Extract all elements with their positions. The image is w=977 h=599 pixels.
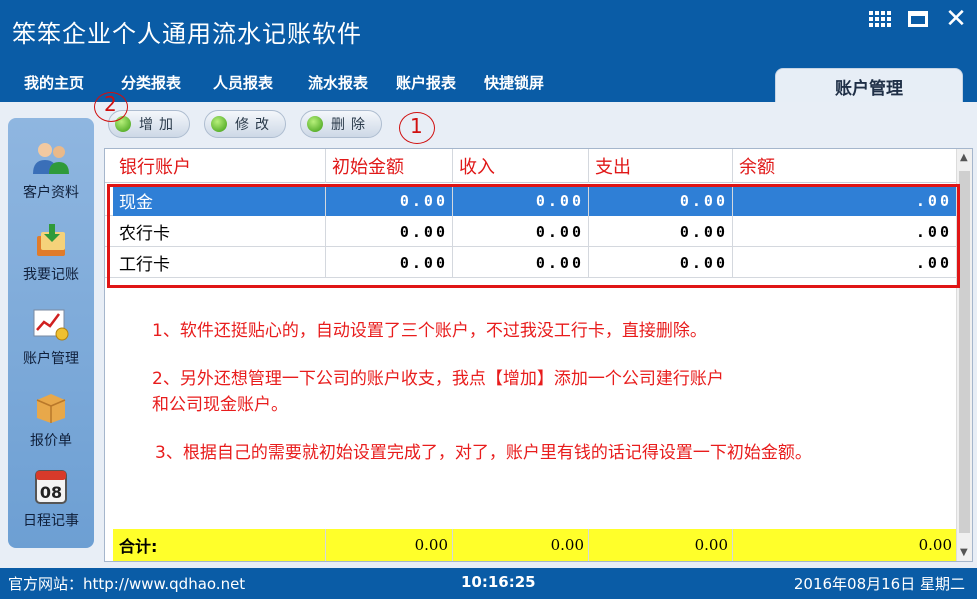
scroll-up-icon[interactable]: ▲ bbox=[960, 152, 968, 163]
annotation-number-2: 2 bbox=[104, 92, 117, 116]
annotation-note-2b: 和公司现金账户。 bbox=[152, 395, 288, 415]
delete-button[interactable]: 删除 bbox=[300, 110, 382, 138]
menu-quick-lock[interactable]: 快捷锁屏 bbox=[484, 72, 544, 93]
window-controls: ✕ bbox=[865, 6, 971, 32]
customers-icon bbox=[29, 138, 73, 178]
toolbar: 增加 修改 删除 bbox=[108, 110, 382, 142]
sidebar-label: 日程记事 bbox=[23, 513, 79, 529]
col-header-income[interactable]: 收入 bbox=[453, 149, 589, 183]
col-header-expense[interactable]: 支出 bbox=[589, 149, 733, 183]
menu-category-report[interactable]: 分类报表 bbox=[121, 72, 181, 93]
total-row: 合计: 0.00 0.00 0.00 0.00 bbox=[105, 529, 956, 561]
total-expense: 0.00 bbox=[589, 529, 733, 561]
menu-home[interactable]: 我的主页 bbox=[24, 72, 84, 93]
sidebar-item-account-management[interactable]: 账户管理 bbox=[8, 304, 94, 368]
col-header-account[interactable]: 银行账户 bbox=[113, 149, 326, 183]
maximize-button[interactable] bbox=[903, 6, 933, 32]
menu-grid-button[interactable] bbox=[865, 6, 895, 32]
tab-account-management[interactable]: 账户管理 bbox=[775, 68, 963, 104]
calendar-icon: 08 bbox=[29, 466, 73, 506]
sidebar-label: 账户管理 bbox=[23, 351, 79, 367]
grid-icon bbox=[869, 11, 891, 27]
annotation-note-1: 1、软件还挺贴心的，自动设置了三个账户，不过我没工行卡，直接删除。 bbox=[152, 321, 707, 341]
status-bar: 官方网站：http://www.qdhao.net 10:16:25 2016年… bbox=[0, 568, 977, 599]
website-link[interactable]: 官方网站：http://www.qdhao.net bbox=[8, 573, 245, 594]
clock-time: 10:16:25 bbox=[461, 573, 536, 591]
col-header-initial[interactable]: 初始金额 bbox=[326, 149, 453, 183]
menu-flow-report[interactable]: 流水报表 bbox=[308, 72, 368, 93]
bookkeeping-icon bbox=[29, 220, 73, 260]
total-label: 合计: bbox=[113, 529, 326, 561]
menu-bar: 我的主页 分类报表 人员报表 流水报表 账户报表 快捷锁屏 账户管理 bbox=[0, 62, 977, 104]
col-header-balance[interactable]: 余额 bbox=[733, 149, 956, 183]
sidebar: 客户资料 我要记账 账户管理 报价单 08 日程记事 bbox=[8, 118, 94, 548]
close-button[interactable]: ✕ bbox=[941, 6, 971, 32]
menu-person-report[interactable]: 人员报表 bbox=[213, 72, 273, 93]
app-title: 笨笨企业个人通用流水记账软件 bbox=[12, 20, 362, 48]
delete-button-label: 删除 bbox=[331, 117, 371, 133]
scroll-down-icon[interactable]: ▼ bbox=[960, 547, 968, 558]
table-header: 银行账户 初始金额 收入 支出 余额 bbox=[105, 149, 956, 183]
annotation-number-1: 1 bbox=[410, 114, 423, 138]
total-balance: 0.00 bbox=[733, 529, 956, 561]
sidebar-item-schedule[interactable]: 08 日程记事 bbox=[8, 466, 94, 530]
scroll-thumb[interactable] bbox=[959, 171, 970, 533]
annotation-note-3: 3、根据自己的需要就初始设置完成了，对了，账户里有钱的话记得设置一下初始金额。 bbox=[155, 443, 812, 463]
total-income: 0.00 bbox=[453, 529, 589, 561]
sidebar-item-customers[interactable]: 客户资料 bbox=[8, 138, 94, 202]
sidebar-label: 报价单 bbox=[30, 433, 72, 449]
annotation-highlight-box bbox=[107, 184, 960, 288]
sidebar-label: 我要记账 bbox=[23, 267, 79, 283]
menu-account-report[interactable]: 账户报表 bbox=[396, 72, 456, 93]
edit-button-label: 修改 bbox=[235, 117, 275, 133]
green-dot-icon bbox=[307, 116, 323, 132]
quote-box-icon bbox=[29, 386, 73, 426]
total-initial: 0.00 bbox=[326, 529, 453, 561]
sidebar-item-quote[interactable]: 报价单 bbox=[8, 386, 94, 450]
account-chart-icon bbox=[29, 304, 73, 344]
title-bar: 笨笨企业个人通用流水记账软件 ✕ bbox=[0, 0, 977, 62]
sidebar-item-bookkeeping[interactable]: 我要记账 bbox=[8, 220, 94, 284]
annotation-note-2: 2、另外还想管理一下公司的账户收支，我点【增加】添加一个公司建行账户 bbox=[152, 369, 724, 389]
add-button-label: 增加 bbox=[139, 117, 179, 133]
edit-button[interactable]: 修改 bbox=[204, 110, 286, 138]
sidebar-label: 客户资料 bbox=[23, 185, 79, 201]
calendar-day: 08 bbox=[40, 483, 62, 502]
maximize-icon bbox=[908, 11, 928, 27]
status-date: 2016年08月16日 星期二 bbox=[793, 575, 965, 593]
close-icon: ✕ bbox=[945, 4, 967, 34]
green-dot-icon bbox=[211, 116, 227, 132]
